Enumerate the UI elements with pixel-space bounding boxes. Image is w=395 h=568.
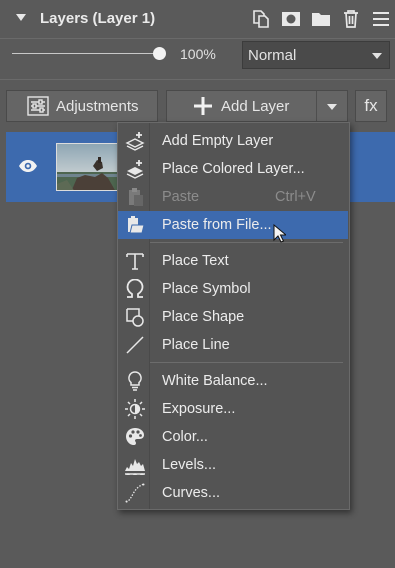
blend-mode-select[interactable]: Normal xyxy=(242,41,390,69)
menu-item-place-symbol[interactable]: Place Symbol xyxy=(118,275,348,303)
menu-item-label: Place Text xyxy=(162,253,229,269)
menu-item-label: Curves... xyxy=(162,485,221,501)
menu-item-white-balance[interactable]: White Balance... xyxy=(118,367,348,395)
mask-icon[interactable] xyxy=(280,8,302,30)
menu-item-exposure[interactable]: Exposure... xyxy=(118,395,348,423)
menu-item-label: Place Colored Layer... xyxy=(162,161,305,177)
add-layer-button[interactable]: Add Layer xyxy=(166,90,348,122)
menu-separator xyxy=(150,242,343,243)
options-divider xyxy=(0,79,395,80)
dropdown-arrow-icon[interactable] xyxy=(327,104,337,110)
layer-stack-filled-plus-icon xyxy=(124,159,146,179)
panel-header: Layers (Layer 1) xyxy=(0,0,395,38)
menu-item-label: Place Shape xyxy=(162,309,245,325)
collapse-caret-icon[interactable] xyxy=(16,14,26,21)
lightbulb-icon xyxy=(124,371,146,391)
paste-icon xyxy=(124,187,146,207)
menu-item-levels[interactable]: Levels... xyxy=(118,451,348,479)
palette-icon xyxy=(124,427,146,447)
opacity-slider-thumb[interactable] xyxy=(153,47,166,60)
menu-item-curves[interactable]: Curves... xyxy=(118,479,348,507)
menu-item-paste-from-file[interactable]: Paste from File... xyxy=(118,211,348,239)
folder-icon[interactable] xyxy=(310,8,332,30)
menu-item-label: Levels... xyxy=(162,457,216,473)
menu-item-label: Place Line xyxy=(162,337,230,353)
menu-item-place-text[interactable]: Place Text xyxy=(118,247,348,275)
hamburger-menu-icon[interactable] xyxy=(370,8,392,30)
blend-mode-value: Normal xyxy=(248,46,297,64)
omega-symbol-icon xyxy=(124,279,146,299)
chevron-down-icon xyxy=(372,53,382,59)
add-layer-label: Add Layer xyxy=(221,98,290,115)
menu-item-place-colored-layer[interactable]: Place Colored Layer... xyxy=(118,155,348,183)
opacity-slider-track[interactable] xyxy=(12,53,162,54)
plus-icon xyxy=(193,96,213,120)
duplicate-icon[interactable] xyxy=(250,8,272,30)
menu-item-add-empty-layer[interactable]: Add Empty Layer xyxy=(118,127,348,155)
menu-item-place-shape[interactable]: Place Shape xyxy=(118,303,348,331)
menu-item-place-line[interactable]: Place Line xyxy=(118,331,348,359)
fx-button[interactable]: fx xyxy=(355,90,387,122)
shape-icon xyxy=(124,307,146,327)
text-icon xyxy=(124,251,146,271)
button-split-divider xyxy=(316,91,317,121)
menu-item-label: White Balance... xyxy=(162,373,268,389)
menu-item-color[interactable]: Color... xyxy=(118,423,348,451)
menu-item-label: Color... xyxy=(162,429,208,445)
paste-from-file-icon xyxy=(124,215,146,235)
histogram-icon xyxy=(124,455,146,475)
opacity-value: 100% xyxy=(180,46,216,62)
menu-item-label: Place Symbol xyxy=(162,281,251,297)
menu-item-label: Add Empty Layer xyxy=(162,133,274,149)
menu-item-shortcut: Ctrl+V xyxy=(275,189,316,205)
layer-thumbnail[interactable] xyxy=(56,143,122,191)
adjustments-label: Adjustments xyxy=(56,98,139,115)
line-icon xyxy=(124,335,146,355)
layer-stack-plus-icon xyxy=(124,131,146,151)
trash-icon[interactable] xyxy=(340,8,362,30)
mouse-cursor-icon xyxy=(273,223,288,248)
menu-item-paste[interactable]: Paste Ctrl+V xyxy=(118,183,348,211)
sun-icon xyxy=(124,399,146,419)
adjustments-button[interactable]: Adjustments xyxy=(6,90,158,122)
menu-item-label: Paste from File... xyxy=(162,217,272,233)
eye-icon[interactable] xyxy=(18,159,38,178)
curve-icon xyxy=(124,483,146,503)
menu-item-label: Paste xyxy=(162,189,200,205)
menu-item-label: Exposure... xyxy=(162,401,236,417)
panel-title: Layers (Layer 1) xyxy=(40,10,156,27)
fx-label: fx xyxy=(364,96,378,115)
sliders-icon xyxy=(27,96,49,120)
menu-separator xyxy=(150,362,343,363)
header-divider xyxy=(0,38,395,39)
